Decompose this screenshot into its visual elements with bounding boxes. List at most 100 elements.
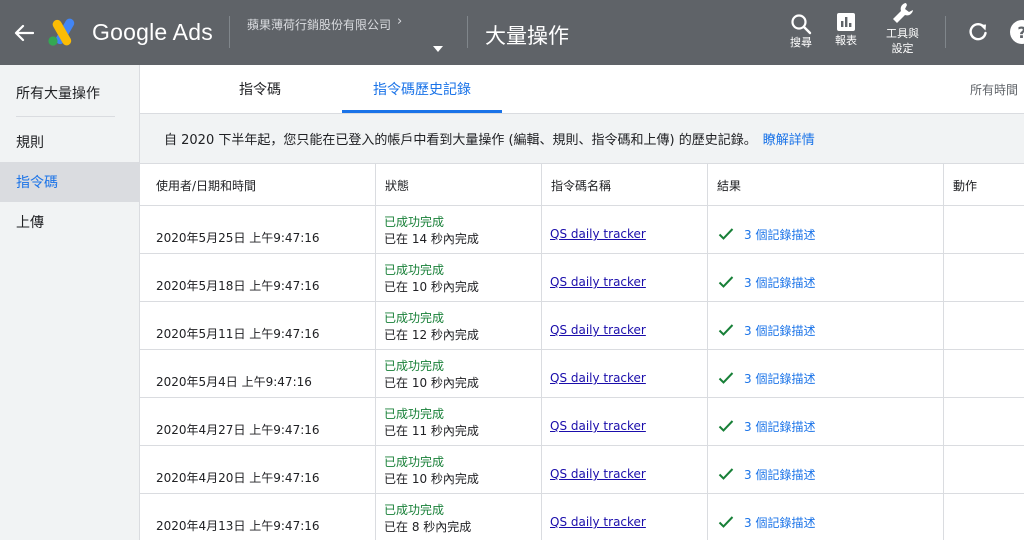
- row-result: 3 個記錄描述: [708, 206, 944, 254]
- search-label: 搜尋: [790, 36, 812, 49]
- result-log-link[interactable]: 3 個記錄描述: [744, 514, 815, 531]
- reports-icon: [837, 13, 855, 31]
- search-button[interactable]: 搜尋: [790, 13, 812, 50]
- status-success-text: 已成功完成: [384, 215, 445, 229]
- row-script: QS daily tracker: [542, 398, 708, 446]
- row-result: 3 個記錄描述: [708, 302, 944, 350]
- checkmark-icon: [718, 468, 734, 480]
- status-success-text: 已成功完成: [384, 503, 445, 517]
- script-name-link[interactable]: QS daily tracker: [550, 467, 646, 481]
- header-divider: [467, 16, 468, 48]
- sidebar-item-uploads[interactable]: 上傳: [0, 202, 139, 242]
- row-action: [944, 350, 1024, 398]
- row-action: [944, 446, 1024, 494]
- status-success-text: 已成功完成: [384, 359, 445, 373]
- row-datetime: 2020年5月18日 上午9:47:16: [140, 254, 376, 302]
- sidebar-item-all-bulk-actions[interactable]: 所有大量操作: [0, 73, 139, 113]
- checkmark-icon: [718, 324, 734, 336]
- row-status: 已成功完成已在 10 秒內完成: [376, 254, 542, 302]
- row-status: 已成功完成已在 8 秒內完成: [376, 494, 542, 540]
- dropdown-caret-icon[interactable]: [432, 38, 444, 57]
- reports-label: 報表: [835, 34, 857, 47]
- result-log-link[interactable]: 3 個記錄描述: [744, 226, 815, 243]
- tab-bar: 指令碼 指令碼歷史記錄 所有時間: [140, 65, 1024, 114]
- date-range-selector[interactable]: 所有時間: [970, 81, 1018, 98]
- script-name-link[interactable]: QS daily tracker: [550, 323, 646, 337]
- column-header-result[interactable]: 結果: [708, 164, 944, 206]
- row-datetime: 2020年4月20日 上午9:47:16: [140, 446, 376, 494]
- table-row: 2020年5月11日 上午9:47:16 已成功完成 已在 12 秒內完成 QS …: [140, 302, 1024, 350]
- checkmark-icon: [718, 516, 734, 528]
- status-success-text: 已成功完成: [384, 311, 445, 325]
- status-duration-text: 已在 10 秒內完成: [384, 376, 479, 390]
- top-app-bar: Google Ads 蘋果薄荷行銷股份有限公司 › 大量操作 搜尋 報表 工具與…: [0, 0, 1024, 65]
- row-result: 3 個記錄描述: [708, 446, 944, 494]
- page-title: 大量操作: [485, 24, 569, 48]
- row-action: [944, 398, 1024, 446]
- row-result: 3 個記錄描述: [708, 350, 944, 398]
- column-header-user-datetime[interactable]: 使用者/日期和時間: [140, 164, 376, 206]
- column-header-action: 動作: [953, 178, 978, 193]
- account-name[interactable]: 蘋果薄荷行銷股份有限公司: [247, 16, 391, 33]
- row-status: 已成功完成 已在 11 秒內完成: [376, 398, 542, 446]
- row-datetime: 2020年4月13日 上午9:47:16: [140, 494, 376, 540]
- sidebar: 所有大量操作 規則 指令碼 上傳: [0, 65, 140, 540]
- tab-script-history[interactable]: 指令碼歷史記錄: [342, 65, 502, 113]
- header-divider: [229, 16, 230, 48]
- status-duration-text: 已在 12 秒內完成: [384, 328, 479, 342]
- result-log-link[interactable]: 3 個記錄描述: [744, 274, 815, 291]
- script-name-link[interactable]: QS daily tracker: [550, 371, 646, 385]
- tools-settings-button[interactable]: 工具與 設定: [886, 0, 919, 56]
- column-header-script-name[interactable]: 指令碼名稱: [542, 164, 708, 206]
- row-status: 已成功完成已在 12 秒內完成: [376, 302, 542, 350]
- header-divider: [945, 16, 946, 48]
- row-status: 已成功完成 已在 10 秒內完成: [376, 446, 542, 494]
- tools-label-line2: 設定: [891, 42, 914, 55]
- script-name-link[interactable]: QS daily tracker: [550, 515, 646, 529]
- sidebar-item-scripts[interactable]: 指令碼: [0, 162, 139, 202]
- row-script: QS daily tracker: [542, 350, 708, 398]
- google-ads-logo-icon[interactable]: [47, 18, 79, 46]
- result-log-link[interactable]: 3 個記錄描述: [744, 370, 815, 387]
- sidebar-item-rules[interactable]: 規則: [0, 122, 139, 162]
- reports-button[interactable]: 報表: [835, 11, 857, 48]
- tools-label-line1: 工具與: [886, 27, 919, 40]
- script-name-link[interactable]: QS daily tracker: [550, 275, 646, 289]
- help-icon[interactable]: ?: [1010, 20, 1024, 44]
- checkmark-icon: [718, 372, 734, 384]
- table-row: 2020年5月18日 上午9:47:16 已成功完成已在 10 秒內完成 QS …: [140, 254, 1024, 302]
- row-datetime: 2020年4月27日 上午9:47:16: [140, 398, 376, 446]
- refresh-icon[interactable]: [967, 21, 989, 47]
- script-name-link[interactable]: QS daily tracker: [550, 227, 646, 241]
- checkmark-icon: [718, 228, 734, 240]
- status-success-text: 已成功完成: [384, 263, 445, 277]
- row-script: QS daily tracker: [542, 302, 708, 350]
- script-name-link[interactable]: QS daily tracker: [550, 419, 646, 433]
- row-result: 3 個記錄描述: [708, 494, 944, 540]
- row-script: QS daily tracker: [542, 206, 708, 254]
- column-header-status[interactable]: 狀態: [376, 164, 542, 206]
- table-row: 2020年5月4日 上午9:47:16 已成功完成 已在 10 秒內完成 QS d…: [140, 350, 1024, 398]
- row-script: QS daily tracker: [542, 494, 708, 540]
- result-log-link[interactable]: 3 個記錄描述: [744, 322, 815, 339]
- table-row: 2020年4月20日 上午9:47:16 已成功完成 已在 10 秒內完成 QS …: [140, 446, 1024, 494]
- script-history-table: 使用者/日期和時間 狀態 指令碼名稱 結果 動作 2020年5月25日 上午9:…: [140, 164, 1024, 540]
- row-action: [944, 302, 1024, 350]
- brand-name[interactable]: Google Ads: [92, 19, 213, 46]
- table-header: 使用者/日期和時間 狀態 指令碼名稱 結果 動作: [140, 164, 1024, 206]
- row-action: [944, 206, 1024, 254]
- table-row: 2020年4月13日 上午9:47:16 已成功完成已在 8 秒內完成 QS d…: [140, 494, 1024, 540]
- back-arrow-icon[interactable]: [10, 20, 38, 46]
- checkmark-icon: [718, 420, 734, 432]
- status-duration-text: 已在 8 秒內完成: [384, 520, 472, 534]
- table-row: 2020年4月27日 上午9:47:16 已成功完成 已在 11 秒內完成 QS …: [140, 398, 1024, 446]
- sidebar-divider: [16, 116, 115, 117]
- status-duration-text: 已在 11 秒內完成: [384, 424, 479, 438]
- learn-more-link[interactable]: 瞭解詳情: [763, 129, 815, 148]
- status-duration-text: 已在 10 秒內完成: [384, 280, 479, 294]
- result-log-link[interactable]: 3 個記錄描述: [744, 418, 815, 435]
- history-notice-banner: 自 2020 下半年起，您只能在已登入的帳戶中看到大量操作 (編輯、規則、指令碼…: [140, 114, 1024, 164]
- row-datetime: 2020年5月25日 上午9:47:16: [140, 206, 376, 254]
- chevron-right-icon: ›: [397, 14, 403, 29]
- result-log-link[interactable]: 3 個記錄描述: [744, 466, 815, 483]
